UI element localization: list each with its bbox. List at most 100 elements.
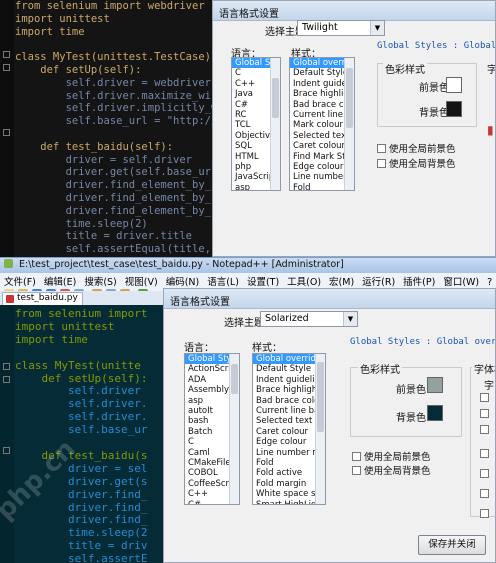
font-option-checkbox[interactable]: [480, 449, 492, 460]
fold-toggle-icon[interactable]: [3, 376, 10, 383]
language-list[interactable]: Global StylesCC++JavaC#RCTCLObjective-CS…: [231, 57, 281, 191]
bottom-code-editor[interactable]: from selenium import import unittest impor…: [0, 305, 165, 563]
background-color-swatch[interactable]: [427, 405, 443, 421]
dialog-title: 语言格式设置: [164, 289, 495, 309]
file-modified-icon: [6, 295, 14, 303]
checkbox-icon: [480, 425, 489, 434]
code-line: self.driver = webdriver.Fir: [65, 76, 212, 89]
bottom-style-configurator-dialog: 语言格式设置 选择主题 Solarized ▼ 语言： 样式： Global S…: [163, 288, 496, 563]
foreground-color-swatch[interactable]: [446, 77, 462, 93]
npp-title-bar: E:\test_project\test_case\test_baidu.py …: [0, 257, 496, 273]
code-line: title = driver.title: [15, 230, 193, 243]
fold-gutter: [0, 0, 14, 257]
foreground-label: 前景色: [419, 83, 449, 94]
code-line: self.driver.: [15, 397, 148, 411]
code-line: driver.get(self.base_url +: [15, 166, 212, 179]
code-line: class MyTest(unitte: [15, 358, 141, 372]
code-line: self.assertE: [15, 552, 148, 563]
chevron-down-icon[interactable]: ▼: [370, 21, 384, 35]
use-global-fg-label: 使用全局前景色: [364, 452, 431, 463]
checkbox-icon: [352, 466, 361, 475]
theme-label: 选择主题: [224, 318, 264, 329]
color-style-group-label: 色彩样式: [358, 361, 402, 376]
style-label: 样式：: [252, 343, 282, 354]
use-global-fg-checkbox[interactable]: 使用全局前景色: [377, 141, 456, 155]
code-line: driver = sel: [15, 461, 148, 475]
style-list-scrollbar[interactable]: [315, 354, 325, 504]
font-style-group-label: 字: [487, 65, 496, 76]
font-option-checkbox[interactable]: [480, 509, 492, 520]
style-list-scrollbar[interactable]: [344, 58, 354, 190]
code-line: time.sleep(2): [15, 217, 148, 230]
top-code-editor[interactable]: from selenium import webdriver import uni…: [0, 0, 212, 257]
use-global-fg-label: 使用全局前景色: [389, 144, 456, 155]
code-line: driver.find_element_by_id(": [65, 192, 212, 204]
fold-toggle-icon[interactable]: [3, 129, 10, 136]
checkbox-icon: [377, 144, 386, 153]
style-list[interactable]: Global overrideDefault StyleIndent guide…: [252, 353, 326, 505]
font-bold-checkbox[interactable]: [480, 393, 492, 404]
dialog-title: 语言格式设置: [213, 1, 495, 21]
language-list-scrollbar[interactable]: [270, 58, 280, 190]
checkbox-icon: [480, 509, 489, 518]
code-line: def setUp(self):: [15, 64, 142, 76]
global-styles-heading: Global Styles : Global override: [377, 41, 496, 51]
use-global-bg-label: 使用全局背景色: [389, 159, 456, 170]
fold-toggle-icon[interactable]: [3, 64, 10, 71]
code-line: driver.find_element_by_id(: [15, 179, 212, 192]
tab-test-baidu[interactable]: test_baidu.py: [2, 292, 83, 305]
font-option-checkbox[interactable]: [480, 489, 492, 500]
background-label: 背景色: [419, 108, 449, 119]
color-style-group: [350, 367, 462, 437]
code-line: self.base_url = "http://www: [65, 115, 212, 128]
code-line: driver.get(s: [15, 474, 148, 488]
chevron-down-icon[interactable]: ▼: [343, 312, 357, 326]
code-line: from selenium import webdriver: [15, 0, 205, 12]
theme-select-value: Solarized: [265, 313, 309, 324]
use-global-bg-checkbox[interactable]: 使用全局背景色: [352, 463, 431, 477]
menu-bar: 文件(F) 编辑(E) 搜索(S) 视图(V) 编码(N) 语言(L) 设置(T) 工具(O)…: [0, 273, 496, 288]
code-line: driver = self.driver: [15, 153, 193, 166]
code-line: self.driver: [15, 384, 141, 398]
code-line: self.assertEqual(title,"unit: [65, 243, 212, 256]
code-line: self.driver.maximize_window: [65, 89, 212, 102]
language-list-scrollbar[interactable]: [229, 354, 239, 504]
font-underline-checkbox[interactable]: [480, 425, 492, 436]
code-line: title = driv: [15, 539, 148, 553]
checkbox-icon: [480, 393, 489, 402]
code-line: class MyTest(unittest.TestCase):: [15, 51, 212, 64]
code-line: import unittest: [15, 12, 110, 25]
code-line: def setUp(self):: [15, 371, 148, 385]
code-line: from selenium import: [15, 307, 148, 320]
use-global-bg-label: 使用全局背景色: [364, 466, 431, 477]
background-color-swatch[interactable]: [446, 101, 462, 117]
theme-select[interactable]: Solarized ▼: [260, 311, 358, 327]
font-option-checkbox[interactable]: [480, 469, 492, 480]
foreground-color-swatch[interactable]: [427, 377, 443, 393]
font-style-group-label: 字体样: [472, 361, 495, 376]
font-italic-checkbox[interactable]: [480, 409, 492, 420]
tab-label: test_baidu.py: [17, 293, 78, 303]
language-label: 语言：: [184, 343, 214, 354]
code-line: self.driver.: [15, 410, 148, 424]
window-title: E:\test_project\test_case\test_baidu.py …: [19, 259, 344, 270]
fold-toggle-icon[interactable]: [3, 363, 10, 370]
code-line: def test_baidu(s: [15, 448, 148, 462]
fold-toggle-icon[interactable]: [3, 447, 10, 454]
use-global-fg-checkbox[interactable]: 使用全局前景色: [352, 449, 431, 463]
checkbox-icon: [480, 489, 489, 498]
theme-select[interactable]: Twilight ▼: [297, 20, 385, 36]
background-label: 背景色: [396, 413, 426, 424]
global-styles-heading: Global Styles : Global override: [350, 337, 496, 347]
style-list[interactable]: Global overrideDefault StyleIndent guide…: [289, 57, 355, 191]
theme-select-value: Twilight: [302, 22, 338, 33]
fold-toggle-icon[interactable]: [3, 51, 10, 58]
font-option-icon: ▮: [487, 123, 494, 137]
checkbox-icon: [480, 469, 489, 478]
checkbox-icon: [480, 409, 489, 418]
use-global-bg-checkbox[interactable]: 使用全局背景色: [377, 156, 456, 170]
language-list[interactable]: Global Styles ActionScript ADA Assembly asp a…: [184, 353, 240, 505]
npp-app-icon: [4, 259, 13, 268]
save-close-button[interactable]: 保存并关闭: [418, 535, 486, 555]
code-line: driver.find_: [15, 500, 148, 514]
